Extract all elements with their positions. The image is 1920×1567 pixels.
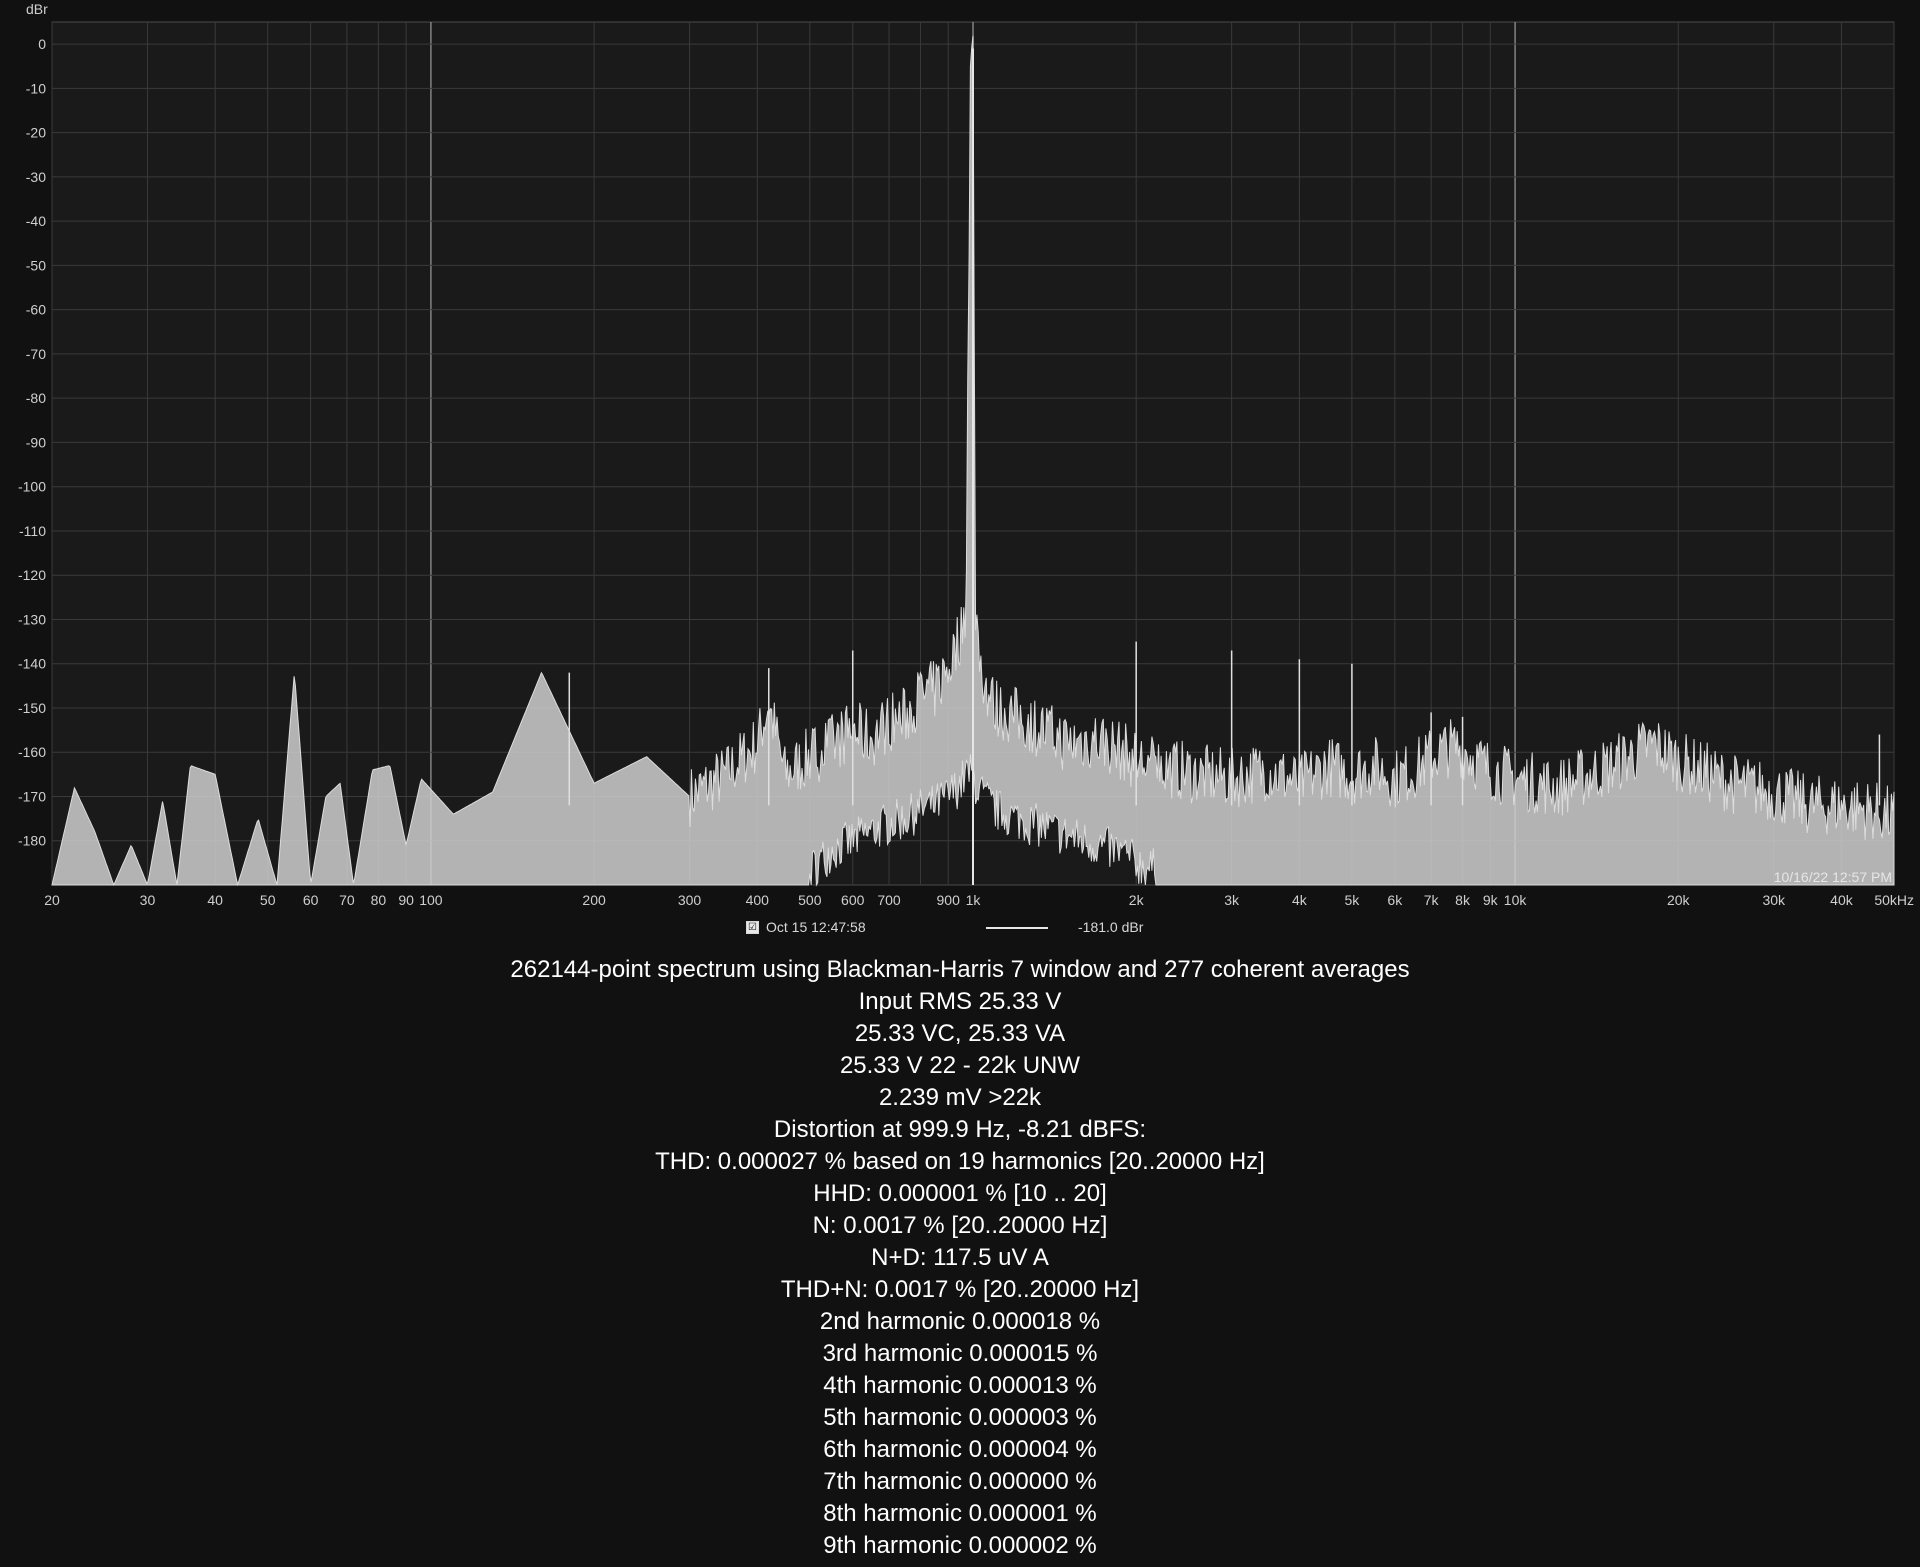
stats-line: 262144-point spectrum using Blackman-Har… <box>510 956 1410 983</box>
stats-panel: 262144-point spectrum using Blackman-Har… <box>0 954 1920 1562</box>
stats-line: 5th harmonic 0.000003 % <box>823 1404 1097 1431</box>
stats-line: 8th harmonic 0.000001 % <box>823 1500 1097 1527</box>
x-tick-label: 4k <box>1292 892 1308 908</box>
x-tick-label: 400 <box>746 892 770 908</box>
legend-checkbox[interactable]: ☑ <box>746 921 759 934</box>
y-tick-label: -60 <box>26 302 46 318</box>
y-tick-label: -90 <box>26 434 46 450</box>
y-tick-label: -160 <box>18 744 46 760</box>
y-tick-label: -30 <box>26 169 46 185</box>
stats-line: 7th harmonic 0.000000 % <box>823 1468 1097 1495</box>
x-tick-label: 30k <box>1762 892 1786 908</box>
x-tick-label: 70 <box>339 892 355 908</box>
y-tick-label: -140 <box>18 656 46 672</box>
y-tick-label: -50 <box>26 257 46 273</box>
x-tick-label: 900 <box>937 892 961 908</box>
legend: ☑ Oct 15 12:47:58 -181.0 dBr <box>0 918 1920 940</box>
timestamp-overlay: 10/16/22 12:57 PM <box>1774 869 1892 885</box>
x-tick-label: 20 <box>44 892 60 908</box>
legend-value: -181.0 dBr <box>1078 919 1144 935</box>
stats-line: 4th harmonic 0.000013 % <box>823 1372 1097 1399</box>
stats-line: 25.33 VC, 25.33 VA <box>854 1020 1066 1047</box>
x-tick-label: 1k <box>966 892 982 908</box>
y-tick-labels: 0 -10 -20 -30 -40 -50 -60 -70 -80 -90 -100 -110 -120… <box>18 36 46 849</box>
y-tick-label: -40 <box>26 213 46 229</box>
stats-line: Input RMS 25.33 V <box>858 988 1062 1015</box>
stats-line: 25.33 V 22 - 22k UNW <box>839 1052 1081 1079</box>
y-tick-label: -170 <box>18 788 46 804</box>
x-tick-label: 10k <box>1504 892 1528 908</box>
x-tick-labels: 20 30 40 50 60 70 80 90 100 200 300 400 500 600 700 900… <box>44 892 1914 908</box>
x-tick-label: 2k <box>1129 892 1145 908</box>
y-tick-label: -180 <box>18 833 46 849</box>
stats-line: Distortion at 999.9 Hz, -8.21 dBFS: <box>773 1116 1147 1143</box>
y-tick-label: -100 <box>18 479 46 495</box>
x-tick-label: 9k <box>1483 892 1499 908</box>
stats-line: 3rd harmonic 0.000015 % <box>822 1340 1098 1367</box>
x-tick-label: 700 <box>877 892 901 908</box>
y-axis-label: dBr <box>26 1 48 17</box>
y-tick-label: -20 <box>26 125 46 141</box>
stats-line: 2nd harmonic 0.000018 % <box>819 1308 1101 1335</box>
y-tick-label: -80 <box>26 390 46 406</box>
stats-line: THD: 0.000027 % based on 19 harmonics [2… <box>655 1148 1265 1175</box>
legend-label: Oct 15 12:47:58 <box>766 919 866 935</box>
x-tick-label: 50kHz <box>1874 892 1914 908</box>
y-tick-label: -70 <box>26 346 46 362</box>
legend-line-swatch <box>986 927 1048 929</box>
stats-line: N+D: 117.5 uV A <box>871 1244 1049 1271</box>
y-tick-label: -130 <box>18 611 46 627</box>
x-tick-label: 200 <box>582 892 606 908</box>
x-tick-label: 5k <box>1345 892 1361 908</box>
x-tick-label: 100 <box>419 892 443 908</box>
stats-line: 9th harmonic 0.000002 % <box>823 1532 1097 1559</box>
x-tick-label: 90 <box>398 892 414 908</box>
x-tick-label: 20k <box>1667 892 1691 908</box>
x-tick-label: 7k <box>1424 892 1440 908</box>
x-tick-label: 40k <box>1830 892 1854 908</box>
x-tick-label: 500 <box>798 892 822 908</box>
x-tick-label: 30 <box>140 892 156 908</box>
stats-line: 6th harmonic 0.000004 % <box>823 1436 1097 1463</box>
x-tick-label: 300 <box>678 892 702 908</box>
x-tick-label: 60 <box>303 892 319 908</box>
x-tick-label: 8k <box>1455 892 1471 908</box>
y-tick-label: 0 <box>38 36 46 52</box>
y-tick-label: -110 <box>19 523 46 539</box>
y-tick-label: -10 <box>26 80 46 96</box>
x-tick-label: 600 <box>841 892 865 908</box>
stats-line: THD+N: 0.0017 % [20..20000 Hz] <box>780 1276 1140 1303</box>
stats-line: 2.239 mV >22k <box>878 1084 1042 1111</box>
x-tick-label: 50 <box>260 892 276 908</box>
y-tick-label: -150 <box>18 700 46 716</box>
stats-line: N: 0.0017 % [20..20000 Hz] <box>812 1212 1108 1239</box>
y-tick-label: -120 <box>18 567 46 583</box>
x-tick-label: 3k <box>1224 892 1240 908</box>
spectrum-chart: 0 -10 -20 -30 -40 -50 -60 -70 -80 -90 -100 -110 -120… <box>18 1 1914 908</box>
x-tick-label: 40 <box>207 892 223 908</box>
x-tick-label: 6k <box>1387 892 1403 908</box>
stats-line: HHD: 0.000001 % [10 .. 20] <box>813 1180 1107 1207</box>
x-tick-label: 80 <box>371 892 387 908</box>
